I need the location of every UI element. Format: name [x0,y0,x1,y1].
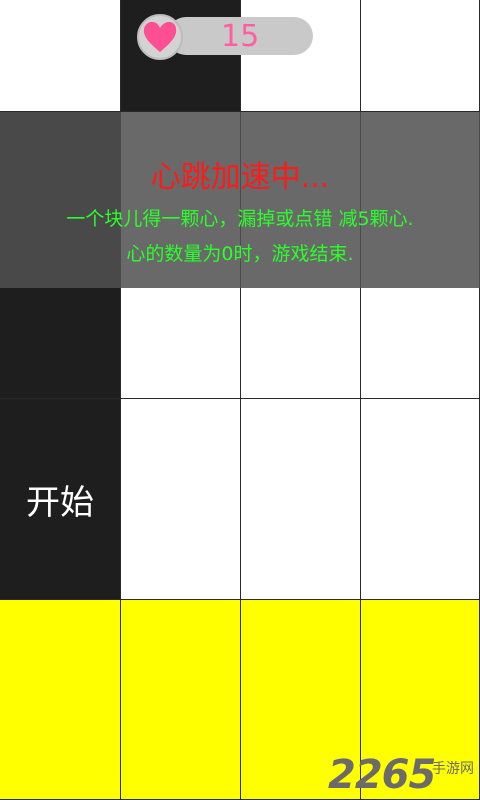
instruction-overlay[interactable]: 心跳加速中... 一个块儿得一颗心，漏掉或点错 减5颗心. 心的数量为0时，游戏… [0,112,480,288]
heart-counter: 15 [137,14,313,60]
start-tile[interactable]: 开始 [0,399,121,600]
overlay-rule-2: 心的数量为0时，游戏结束. [126,243,354,265]
yellow-tile [0,600,121,800]
heart-count: 15 [221,19,260,54]
tile[interactable] [361,0,480,112]
overlay-rule-1: 一个块儿得一颗心，漏掉或点错 减5颗心. [66,208,414,230]
heart-badge [137,14,183,60]
start-label: 开始 [26,482,94,523]
watermark-text: 手游网 [432,761,474,777]
watermark-logo: 2265 手游网 [328,752,478,798]
yellow-tile [121,600,241,800]
watermark-number: 2265 [328,752,436,798]
overlay-title: 心跳加速中... [150,160,330,195]
tile[interactable] [361,399,480,600]
tile[interactable] [0,0,121,112]
heart-icon [143,21,177,52]
tile[interactable] [121,399,241,600]
tile[interactable] [241,399,361,600]
